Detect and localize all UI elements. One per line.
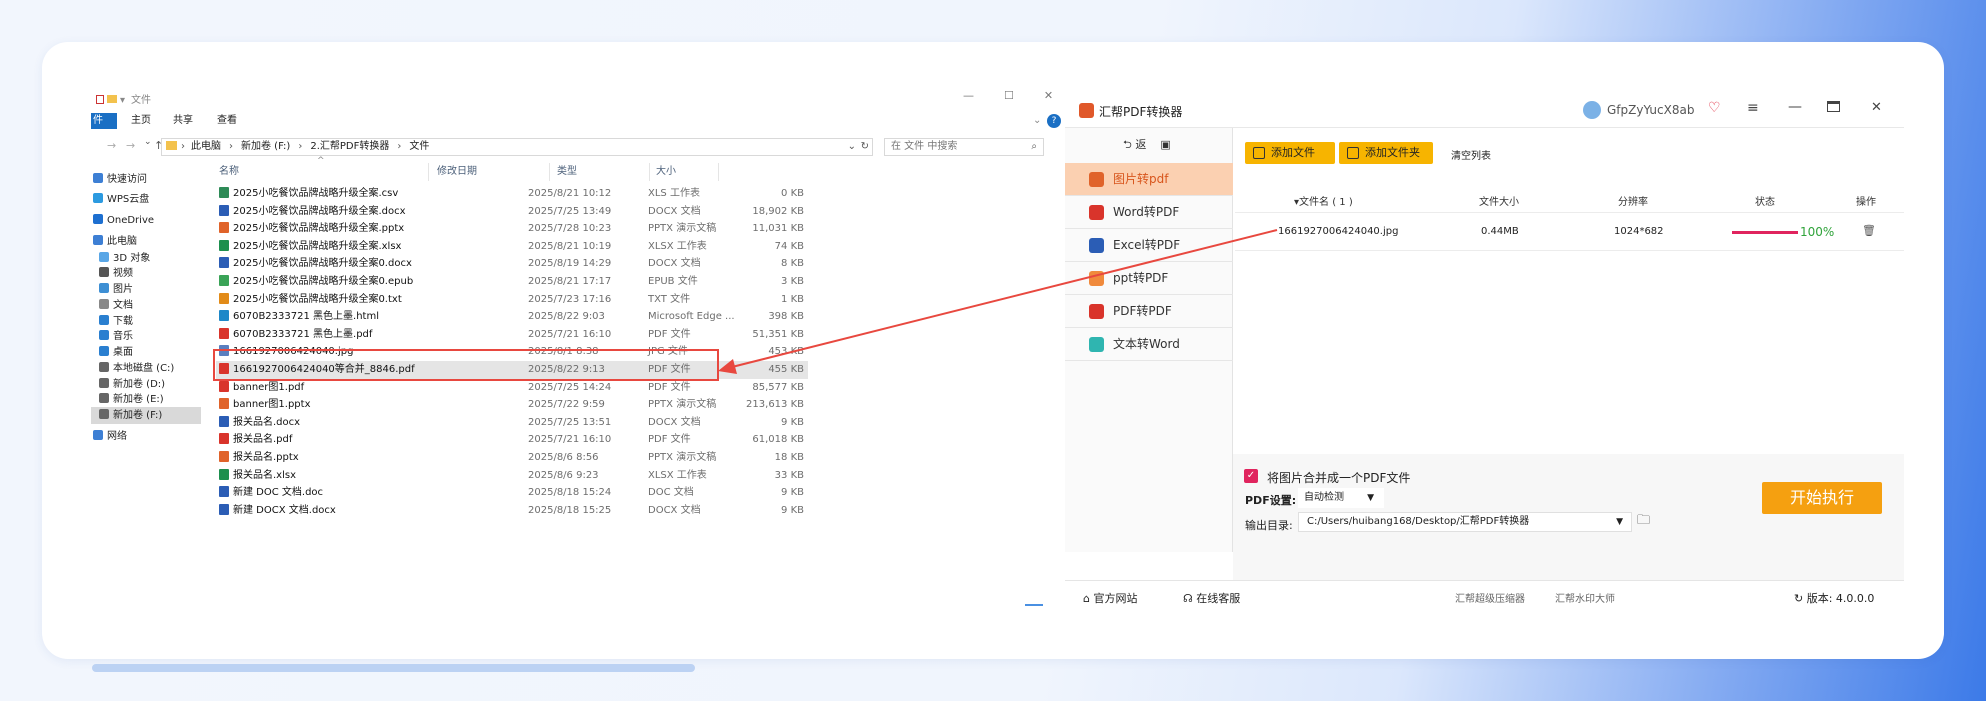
- annotation-arrow: [718, 229, 1278, 374]
- arrow-head: [718, 359, 737, 374]
- arrow-line: [727, 229, 1278, 369]
